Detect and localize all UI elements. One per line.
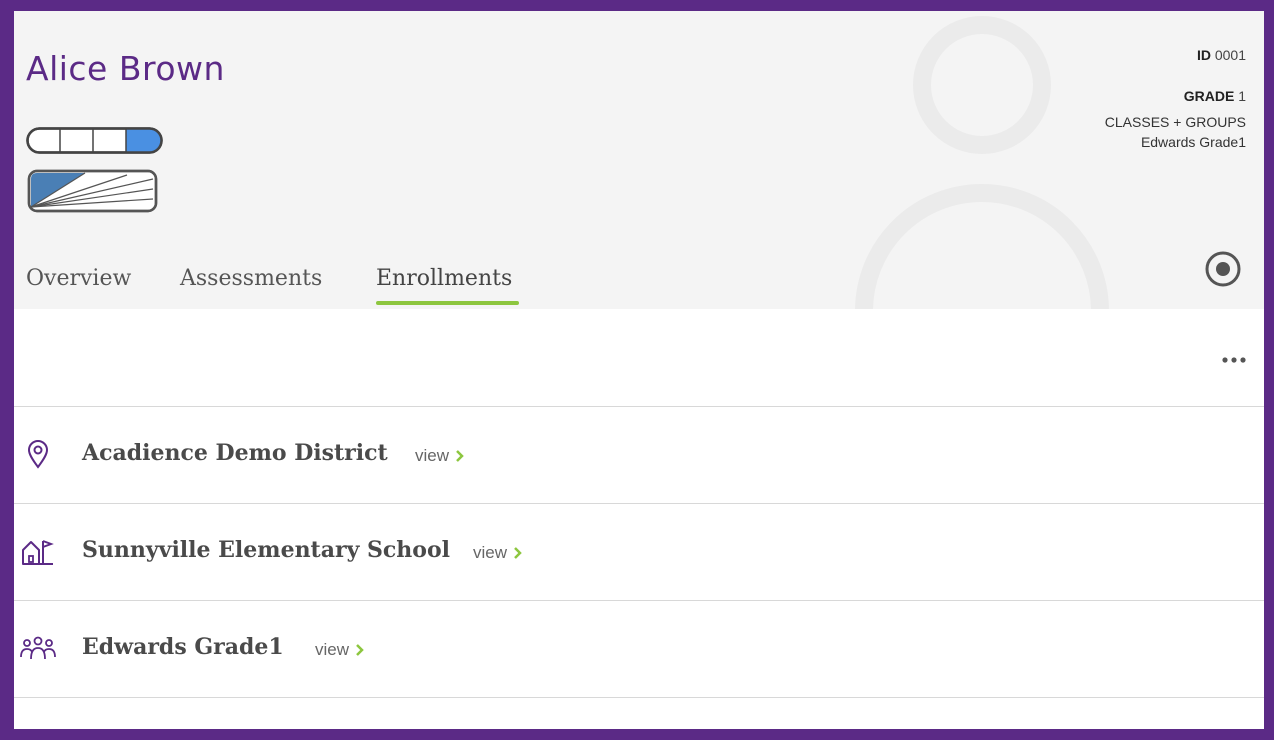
view-link-label: view [315, 640, 350, 659]
tab-assessments[interactable]: Assessments [180, 266, 322, 291]
classes-groups-value: Edwards Grade1 [1140, 134, 1246, 150]
enrollment-row-district: Acadience Demo District view [14, 406, 1264, 503]
view-class-link[interactable]: view [315, 640, 365, 660]
student-name: Alice Brown [26, 49, 225, 88]
school-icon [22, 540, 54, 565]
grade-label: GRADE [1183, 88, 1235, 104]
view-link-label: view [473, 543, 508, 562]
classes-groups-label: CLASSES + GROUPS [1104, 114, 1246, 130]
chevron-right-icon [456, 450, 464, 462]
chevron-right-icon [356, 644, 364, 656]
enrollments-list: Acadience Demo District view Sunnyville … [14, 406, 1264, 698]
view-district-link[interactable]: view [415, 446, 465, 466]
location-pin-icon [27, 440, 49, 469]
enrollment-row-class: Edwards Grade1 view [14, 600, 1264, 698]
target-icon[interactable] [1203, 249, 1243, 289]
enrollment-title: Edwards Grade1 [82, 634, 284, 660]
id-label: ID [1196, 47, 1211, 63]
student-grade: GRADE 1 [1184, 88, 1246, 104]
tab-enrollments[interactable]: Enrollments [376, 266, 512, 291]
enrollment-title: Sunnyville Elementary School [82, 537, 450, 563]
enrollment-row-school: Sunnyville Elementary School view [14, 503, 1264, 600]
active-tab-indicator [376, 301, 519, 305]
student-id: ID 0001 [1197, 47, 1246, 63]
more-dots-icon [1222, 357, 1246, 363]
more-options-button[interactable] [1219, 345, 1249, 375]
id-value: 0001 [1214, 47, 1246, 63]
grade-value: 1 [1238, 88, 1246, 104]
tab-overview[interactable]: Overview [26, 266, 131, 291]
chevron-right-icon [514, 547, 522, 559]
view-link-label: view [415, 446, 450, 465]
view-school-link[interactable]: view [473, 543, 523, 563]
reading-level-gauge-icon [27, 169, 158, 213]
group-icon [20, 636, 56, 660]
enrollment-title: Acadience Demo District [82, 440, 388, 466]
student-profile-panel: Alice Brown ID 0001 GRADE 1 CLASSES + GR… [14, 11, 1264, 729]
progress-meter-icon [26, 127, 163, 154]
profile-header: Alice Brown ID 0001 GRADE 1 CLASSES + GR… [14, 11, 1264, 309]
